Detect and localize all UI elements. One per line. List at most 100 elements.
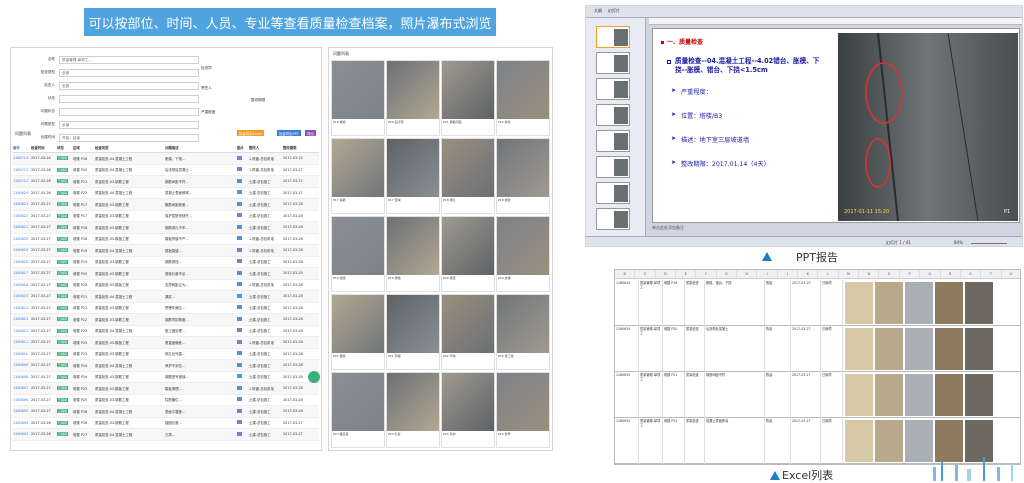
excel-cell-id[interactable]: 1180634: [615, 326, 639, 372]
excel-column-letter[interactable]: O: [879, 270, 900, 278]
table-row[interactable]: 1180619 2017-03-27 已销项 塔楼 P19 质量检查-04.混凝土工程 楼…: [13, 245, 319, 257]
table-row[interactable]: 1180611 2017-03-27 已销项 塔楼 P23 质量检查-05.模板工程 垂直…: [13, 337, 319, 349]
floating-action-button[interactable]: [308, 371, 320, 383]
photo-thumbnail[interactable]: [442, 139, 494, 197]
excel-cell-id[interactable]: 1180632: [615, 418, 639, 464]
table-row[interactable]: 1180620 2017-03-27 已销项 塔楼 P18 质量检查-05.模板工程 模板…: [13, 234, 319, 245]
excel-cell-who[interactable]: 陈晨: [765, 372, 791, 418]
photo-thumbnail[interactable]: [332, 61, 384, 119]
excel-cell-who[interactable]: 陈晨: [765, 418, 791, 464]
table-row[interactable]: 1180624 2017-03-26 已销项 塔楼 P22 质量检查-04.混凝土工程 混…: [13, 188, 319, 199]
excel-cell-status[interactable]: 已销项: [821, 326, 843, 372]
excel-column-letter[interactable]: U: [1002, 270, 1020, 278]
photo-card[interactable]: P22 施工缝: [496, 294, 550, 370]
form-field[interactable]: 全部: [59, 120, 199, 129]
excel-cell-desc[interactable]: 胀模、错台、下挠: [705, 280, 765, 326]
cell-id[interactable]: 1180616: [13, 283, 31, 287]
cell-id[interactable]: 1180618: [13, 260, 31, 264]
excel-cell-date[interactable]: 2017-03-27: [791, 418, 821, 464]
cell-id[interactable]: 1180607: [13, 386, 31, 390]
excel-column-letter[interactable]: M: [839, 270, 860, 278]
photo-card[interactable]: P24 养护: [441, 372, 495, 448]
tab-slides[interactable]: 幻灯片: [608, 8, 620, 14]
photo-card[interactable]: P20 后浇带: [386, 60, 440, 136]
form-field[interactable]: 全部: [59, 81, 199, 90]
table-row[interactable]: 1180614 2017-03-27 已销项 塔楼 P21 质量检查-03.钢筋工程 预埋…: [13, 303, 319, 314]
table-row[interactable]: 1180612 2017-03-27 已销项 塔楼 P22 质量检查-04.混凝土工程 施…: [13, 326, 319, 337]
excel-column-letter[interactable]: D: [656, 270, 677, 278]
cell-id[interactable]: 1180613: [13, 317, 31, 321]
export-excel-button[interactable]: 批量导出Excel: [237, 130, 264, 136]
table-row[interactable]: 1180617 2017-03-27 已销项 塔楼 P20 质量检查-03.钢筋工程 搭接…: [13, 268, 319, 280]
table-row[interactable]: 1180613 2017-03-27 已销项 塔楼 P22 质量检查-03.钢筋工程 钢筋…: [13, 314, 319, 326]
tab-outline[interactable]: 大纲: [594, 8, 602, 14]
excel-column-letter[interactable]: G: [717, 270, 738, 278]
excel-column-letter[interactable]: J: [778, 270, 799, 278]
photo-thumbnail[interactable]: [387, 373, 439, 431]
slide-thumbnail[interactable]: [596, 78, 630, 100]
table-row[interactable]: 1180622 2017-03-27 已销项 塔楼 P17 质量检查-03.钢筋工程 保护…: [13, 211, 319, 222]
table-row[interactable]: 1180603 2017-03-26 已销项 塔楼 P27 质量检查-04.混凝土工程 孔…: [13, 429, 319, 441]
cell-id[interactable]: 1180622: [13, 214, 31, 218]
photo-thumbnail[interactable]: [387, 295, 439, 353]
photo-card[interactable]: P23 扎丝: [386, 372, 440, 448]
table-row[interactable]: 1180616 2017-03-27 已销项 塔楼 P20 质量检查-05.模板工程 支撑…: [13, 280, 319, 291]
photo-card[interactable]: P18 拼缝: [496, 138, 550, 214]
table-row[interactable]: 1180712 2017-03-26 已销项 塔楼 P21 质量检查-03.钢筋工程 钢筋…: [13, 176, 319, 188]
excel-cell-loc[interactable]: 塔楼 P20: [663, 326, 685, 372]
photo-thumbnail[interactable]: [497, 61, 549, 119]
excel-cell-type[interactable]: 质量检查: [685, 418, 705, 464]
excel-cell-type[interactable]: 质量检查: [685, 280, 705, 326]
excel-cell-id[interactable]: 1180633: [615, 372, 639, 418]
excel-column-letter[interactable]: R: [941, 270, 961, 278]
cell-id[interactable]: 1180605: [13, 409, 31, 413]
cell-id[interactable]: 1180603: [13, 432, 31, 436]
excel-cell-desc[interactable]: 混凝土表面蜂窝: [705, 418, 765, 464]
photo-card[interactable]: P22 蜂窝: [496, 60, 550, 136]
photo-thumbnail[interactable]: [387, 217, 439, 275]
cell-id[interactable]: 1180612: [13, 329, 31, 333]
form-field[interactable]: [59, 107, 199, 116]
excel-column-letter[interactable]: H: [737, 270, 758, 278]
excel-cell-desc[interactable]: 钢筋间距不符: [705, 372, 765, 418]
slide-thumbnail[interactable]: [596, 156, 630, 178]
table-row[interactable]: 1180604 2017-03-26 已销项 塔楼 P26 质量检查-03.钢筋工程 锚固…: [13, 418, 319, 429]
table-row[interactable]: 1180607 2017-03-27 已销项 塔楼 P25 质量检查-05.模板工程 模板…: [13, 383, 319, 395]
excel-column-letter[interactable]: P: [900, 270, 921, 278]
slide-thumbnail[interactable]: [596, 26, 630, 48]
photo-card[interactable]: P17 垫块: [386, 138, 440, 214]
cell-id[interactable]: 1180606: [13, 398, 31, 402]
photo-thumbnail[interactable]: [497, 139, 549, 197]
zoom-slider[interactable]: [971, 243, 1007, 244]
photo-card[interactable]: P21 钢筋间距: [441, 60, 495, 136]
photo-thumbnail[interactable]: [332, 373, 384, 431]
excel-column-letter[interactable]: T: [981, 270, 1002, 278]
export-ppt-button[interactable]: 批量导出PPT: [277, 130, 301, 136]
cell-id[interactable]: 1180608: [13, 375, 31, 379]
photo-card[interactable]: P18 胀模: [331, 60, 385, 136]
excel-column-letter[interactable]: E: [676, 270, 697, 278]
excel-cell-place[interactable]: 质量管理-单项工: [639, 372, 663, 418]
cell-id[interactable]: 1180620: [13, 237, 31, 241]
photo-thumbnail[interactable]: [387, 139, 439, 197]
excel-column-letter[interactable]: I: [757, 270, 778, 278]
excel-cell-status[interactable]: 已销项: [821, 418, 843, 464]
photo-card[interactable]: P19 锈蚀: [386, 216, 440, 292]
excel-cell-desc[interactable]: 后浇带处混凝土: [705, 326, 765, 372]
cell-id[interactable]: 1180615: [13, 294, 31, 298]
excel-cell-date[interactable]: 2017-03-27: [791, 326, 821, 372]
photo-thumbnail[interactable]: [497, 295, 549, 353]
photo-card[interactable]: P20 支撑: [496, 216, 550, 292]
photo-card[interactable]: P17 箍筋: [331, 138, 385, 214]
table-row[interactable]: 1180713 2017-03-26 已销项 塔楼 P20 质量检查-04.混凝土工程 后…: [13, 165, 319, 176]
table-row[interactable]: 1180618 2017-03-27 已销项 塔楼 P19 质量检查-03.钢筋工程 钢筋…: [13, 257, 319, 268]
excel-cell-loc[interactable]: 塔楼 P22: [663, 418, 685, 464]
photo-thumbnail[interactable]: [442, 61, 494, 119]
excel-cell-who[interactable]: 陈晨: [765, 280, 791, 326]
excel-row[interactable]: 1180615 质量管理-单项工 塔楼 P18 质量检查 胀模、错台、下挠 陈晨 2017-…: [615, 280, 1020, 326]
photo-thumbnail[interactable]: [442, 373, 494, 431]
table-row[interactable]: 1180615 2017-03-27 已销项 塔楼 P21 质量检查-04.混凝土工程 漏…: [13, 291, 319, 303]
photo-thumbnail[interactable]: [497, 217, 549, 275]
photo-thumbnail[interactable]: [387, 61, 439, 119]
photo-card[interactable]: P22 弯钩: [441, 294, 495, 370]
